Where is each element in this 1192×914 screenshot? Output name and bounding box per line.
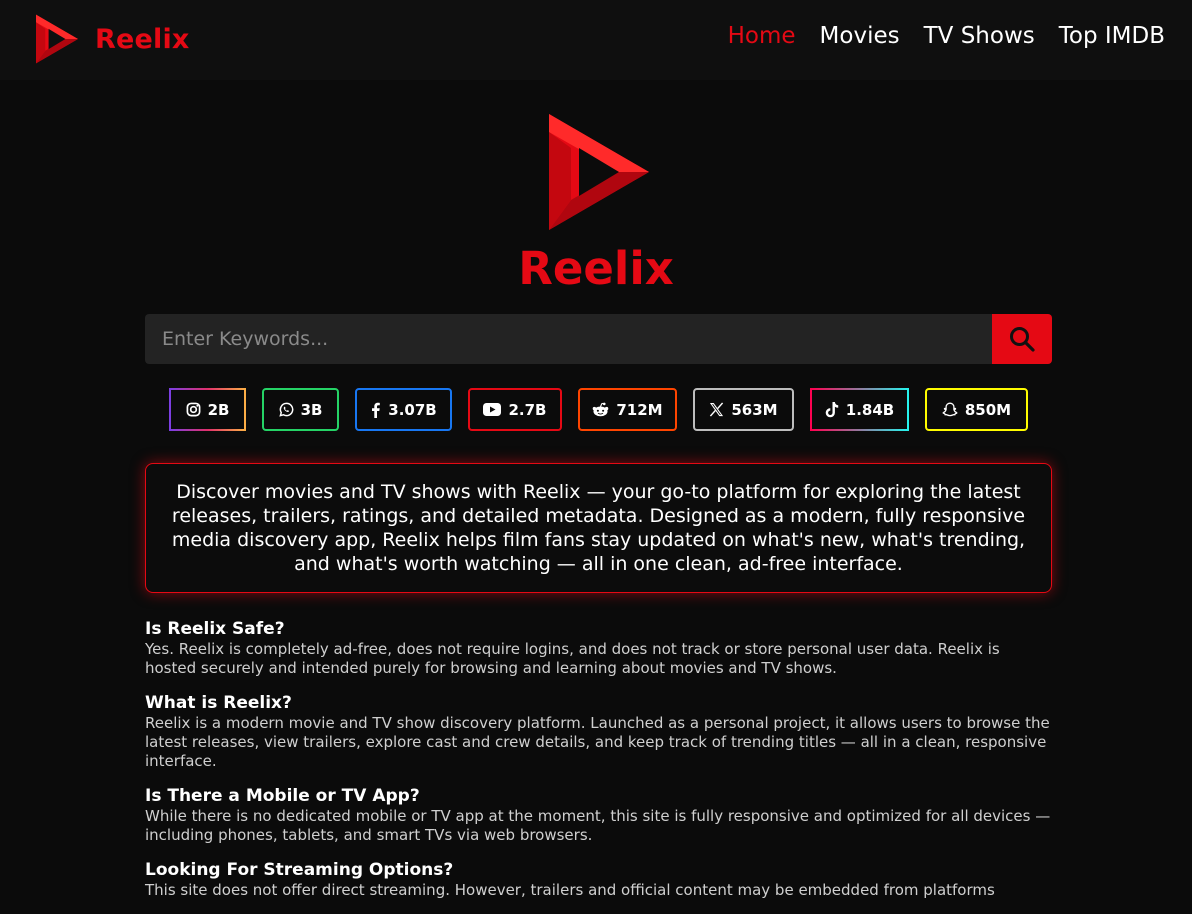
tiktok-icon (825, 402, 839, 418)
instagram-icon (186, 402, 201, 417)
nav-home[interactable]: Home (728, 23, 796, 49)
faq-item: Is Reelix Safe? Yes. Reelix is completel… (145, 618, 1052, 678)
play-logo-icon (36, 14, 78, 64)
whatsapp-badge[interactable]: 3B (262, 388, 339, 431)
search-bar (145, 314, 1052, 364)
faq-question: Is Reelix Safe? (145, 618, 1052, 640)
youtube-count: 2.7B (508, 401, 546, 419)
faq-answer: Yes. Reelix is completely ad-free, does … (145, 640, 1052, 678)
faq-item: What is Reelix? Reelix is a modern movie… (145, 692, 1052, 771)
instagram-count: 2B (208, 401, 230, 419)
x-badge[interactable]: 563M (693, 388, 794, 431)
brand-logo-link[interactable]: Reelix (36, 14, 190, 64)
faq-answer: Reelix is a modern movie and TV show dis… (145, 714, 1052, 771)
whatsapp-icon (279, 402, 294, 417)
tiktok-badge[interactable]: 1.84B (810, 388, 909, 431)
faq-question: Looking For Streaming Options? (145, 859, 1052, 881)
tiktok-count: 1.84B (846, 401, 894, 419)
faq-answer: While there is no dedicated mobile or TV… (145, 807, 1052, 845)
x-count: 563M (731, 401, 777, 419)
faq-answer: This site does not offer direct streamin… (145, 881, 1052, 900)
youtube-badge[interactable]: 2.7B (468, 388, 562, 431)
hero-title: Reelix (0, 238, 1192, 300)
snapchat-badge[interactable]: 850M (925, 388, 1028, 431)
faq-item: Is There a Mobile or TV App? While there… (145, 785, 1052, 845)
about-box: Discover movies and TV shows with Reelix… (145, 463, 1052, 593)
faq-item: Looking For Streaming Options? This site… (145, 859, 1052, 900)
reddit-count: 712M (616, 401, 662, 419)
nav-tv-shows[interactable]: TV Shows (924, 23, 1035, 49)
x-icon (709, 402, 724, 417)
faq-question: What is Reelix? (145, 692, 1052, 714)
search-icon (1009, 326, 1035, 352)
brand-name: Reelix (95, 24, 190, 55)
facebook-badge[interactable]: 3.07B (355, 388, 452, 431)
about-text: Discover movies and TV shows with Reelix… (170, 480, 1027, 576)
reddit-badge[interactable]: 712M (578, 388, 677, 431)
snapchat-icon (942, 402, 958, 418)
main-nav: Home Movies TV Shows Top IMDB (728, 23, 1165, 49)
instagram-badge[interactable]: 2B (169, 388, 246, 431)
youtube-icon (483, 403, 501, 416)
search-input[interactable] (145, 314, 992, 364)
top-navbar: Reelix Home Movies TV Shows Top IMDB (0, 0, 1192, 80)
facebook-count: 3.07B (388, 401, 436, 419)
nav-top-imdb[interactable]: Top IMDB (1059, 23, 1165, 49)
faq-question: Is There a Mobile or TV App? (145, 785, 1052, 807)
hero-play-logo-icon (548, 114, 650, 230)
whatsapp-count: 3B (301, 401, 323, 419)
facebook-icon (370, 402, 381, 418)
reddit-icon (592, 402, 609, 417)
snapchat-count: 850M (965, 401, 1011, 419)
search-button[interactable] (992, 314, 1052, 364)
faq-section: Is Reelix Safe? Yes. Reelix is completel… (145, 618, 1052, 914)
nav-movies[interactable]: Movies (820, 23, 900, 49)
